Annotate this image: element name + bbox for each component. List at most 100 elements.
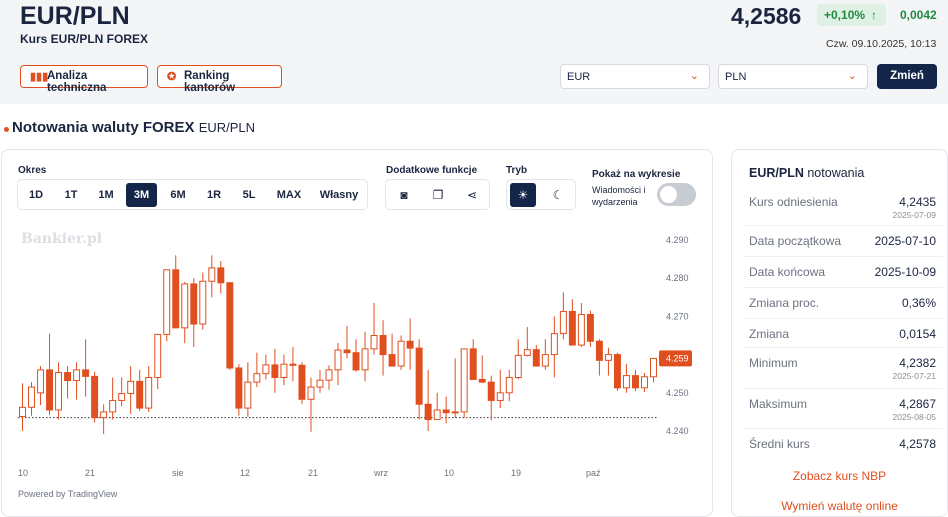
stat-value: 4,2435 — [899, 195, 936, 209]
last-price-label: 4.259 — [666, 353, 689, 363]
x-tick-label: paź — [586, 468, 601, 478]
candle-body — [442, 409, 450, 414]
candle-body — [181, 283, 189, 329]
stat-divider — [743, 318, 943, 319]
stat-date: 2025-08-05 — [892, 412, 936, 422]
candle-body — [307, 386, 315, 400]
candle-body — [127, 380, 135, 395]
candle-body — [397, 340, 405, 367]
candle-body — [514, 354, 522, 379]
candle-body — [334, 349, 342, 371]
stat-label: Data końcowa — [749, 265, 826, 279]
candle-body — [73, 369, 81, 382]
candle-body — [586, 313, 594, 342]
candle-body — [487, 381, 495, 401]
candle-body — [262, 364, 270, 375]
candle-body — [577, 313, 585, 346]
x-tick-label: sie — [172, 468, 184, 478]
candle-body — [595, 340, 603, 361]
candle-body — [55, 372, 63, 411]
stat-value: 4,2867 — [899, 397, 936, 411]
stat-label: Zmiana proc. — [749, 296, 820, 310]
stat-divider — [743, 347, 943, 348]
stat-value: 4,2578 — [899, 437, 936, 451]
stat-value: 2025-07-10 — [874, 234, 936, 248]
powered-by: Powered by TradingView — [18, 489, 118, 499]
candle-body — [199, 280, 207, 325]
stats-title-pair: EUR/PLN — [749, 166, 804, 180]
candle-body — [172, 269, 180, 329]
x-tick-label: wrz — [373, 468, 388, 478]
candle-body — [109, 399, 117, 413]
stat-divider — [743, 428, 943, 429]
candle-body — [622, 375, 630, 389]
exchange-online-link[interactable]: Wymień walutę online — [731, 499, 948, 513]
y-tick-label: 4.250 — [666, 388, 689, 398]
candle-body — [280, 363, 288, 379]
candle-body — [613, 354, 621, 389]
stat-value: 2025-10-09 — [874, 265, 936, 279]
candle-body — [424, 403, 432, 421]
stat-label: Średni kurs — [749, 437, 810, 451]
stats-title-rest: notowania — [807, 166, 865, 180]
stat-divider — [743, 388, 943, 389]
candle-body — [64, 372, 72, 382]
candle-body — [28, 386, 35, 408]
candle-body — [118, 393, 126, 401]
candle-body — [559, 310, 567, 335]
x-tick-label: 12 — [240, 468, 250, 478]
nbp-link[interactable]: Zobacz kurs NBP — [731, 469, 948, 483]
candle-body — [568, 310, 576, 346]
candle-body — [298, 364, 306, 400]
candle-body — [271, 364, 279, 379]
candle-body — [217, 267, 225, 284]
candle-body — [289, 363, 297, 366]
candle-body — [505, 377, 513, 394]
candle-body — [379, 335, 387, 356]
stat-label: Minimum — [749, 356, 798, 370]
stat-label: Zmiana — [749, 327, 790, 341]
candle-body — [415, 347, 423, 405]
candle-body — [316, 379, 324, 388]
candle-body — [82, 369, 90, 377]
stat-label: Kurs odniesienia — [749, 195, 838, 209]
y-tick-label: 4.270 — [666, 311, 689, 321]
stat-date: 2025-07-09 — [892, 210, 936, 220]
candle-body — [208, 267, 216, 282]
candle-body — [361, 348, 369, 371]
stat-label: Maksimum — [749, 397, 808, 411]
candle-body — [532, 349, 540, 367]
y-tick-label: 4.290 — [666, 235, 689, 245]
stat-value: 4,2382 — [899, 356, 936, 370]
candle-body — [235, 367, 243, 409]
y-tick-label: 4.240 — [666, 426, 689, 436]
candle-body — [190, 283, 198, 325]
candle-body — [100, 411, 108, 419]
candle-body — [641, 376, 648, 389]
stat-divider — [743, 225, 943, 226]
candle-body — [478, 378, 486, 383]
candle-body — [631, 375, 639, 389]
x-tick-label: 21 — [308, 468, 318, 478]
y-tick-label: 4.280 — [666, 273, 689, 283]
stat-date: 2025-07-21 — [892, 371, 936, 381]
stat-value: 0,0154 — [899, 327, 936, 341]
candle-body — [19, 406, 26, 417]
x-tick-label: 10 — [444, 468, 454, 478]
candle-body — [154, 333, 162, 379]
candle-body — [226, 282, 234, 369]
candle-body — [325, 369, 333, 381]
candle-body — [433, 409, 441, 421]
stats-title: EUR/PLN notowania — [749, 166, 864, 180]
candle-body — [46, 369, 54, 411]
stat-divider — [743, 256, 943, 257]
candle-body — [460, 348, 468, 413]
x-tick-label: 19 — [511, 468, 521, 478]
candle-body — [496, 392, 504, 401]
x-tick-label: 10 — [18, 468, 28, 478]
candle-body — [469, 348, 477, 380]
candle-body — [523, 349, 531, 356]
candle-body — [451, 411, 459, 414]
candle-body — [604, 354, 612, 361]
candle-body — [91, 375, 99, 419]
